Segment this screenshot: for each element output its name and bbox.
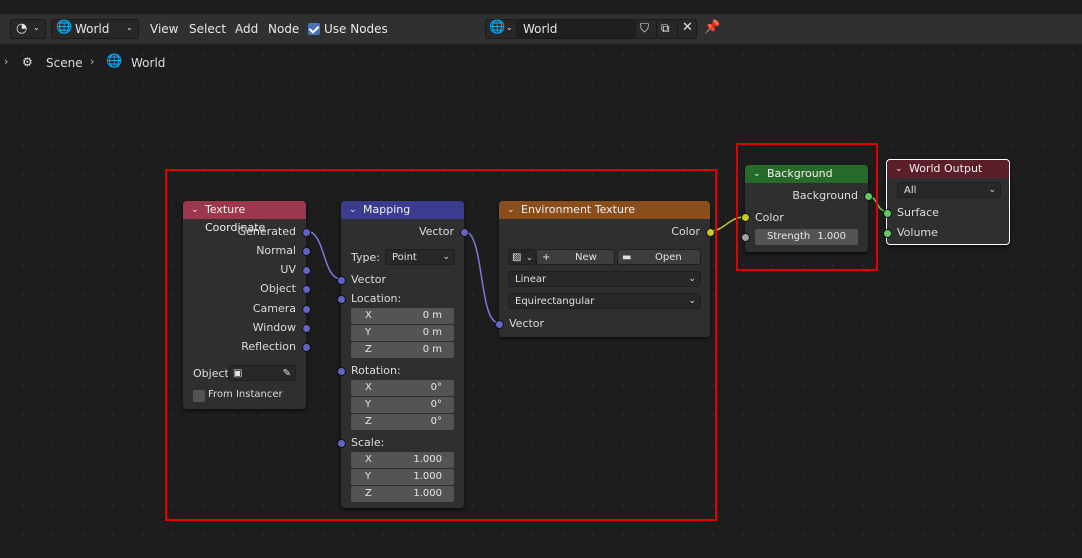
node-header[interactable]: ⌄ World Output xyxy=(887,160,1009,178)
node-world-output[interactable]: ⌄ World Output All ⌄ Surface Volume xyxy=(883,159,1010,245)
chevron-down-icon: ⌄ xyxy=(988,185,996,195)
socket-surface-in[interactable] xyxy=(883,209,892,218)
input-volume: Volume xyxy=(897,226,938,239)
socket-volume-in[interactable] xyxy=(883,229,892,238)
highlight-box-texture-nodes xyxy=(165,169,717,521)
input-surface: Surface xyxy=(897,206,939,219)
target-value: All xyxy=(904,185,917,196)
chevron-down-icon: ⌄ xyxy=(895,164,903,174)
target-dropdown[interactable]: All ⌄ xyxy=(897,182,1001,198)
node-title: World Output xyxy=(909,162,983,175)
highlight-box-background-node xyxy=(736,143,878,271)
